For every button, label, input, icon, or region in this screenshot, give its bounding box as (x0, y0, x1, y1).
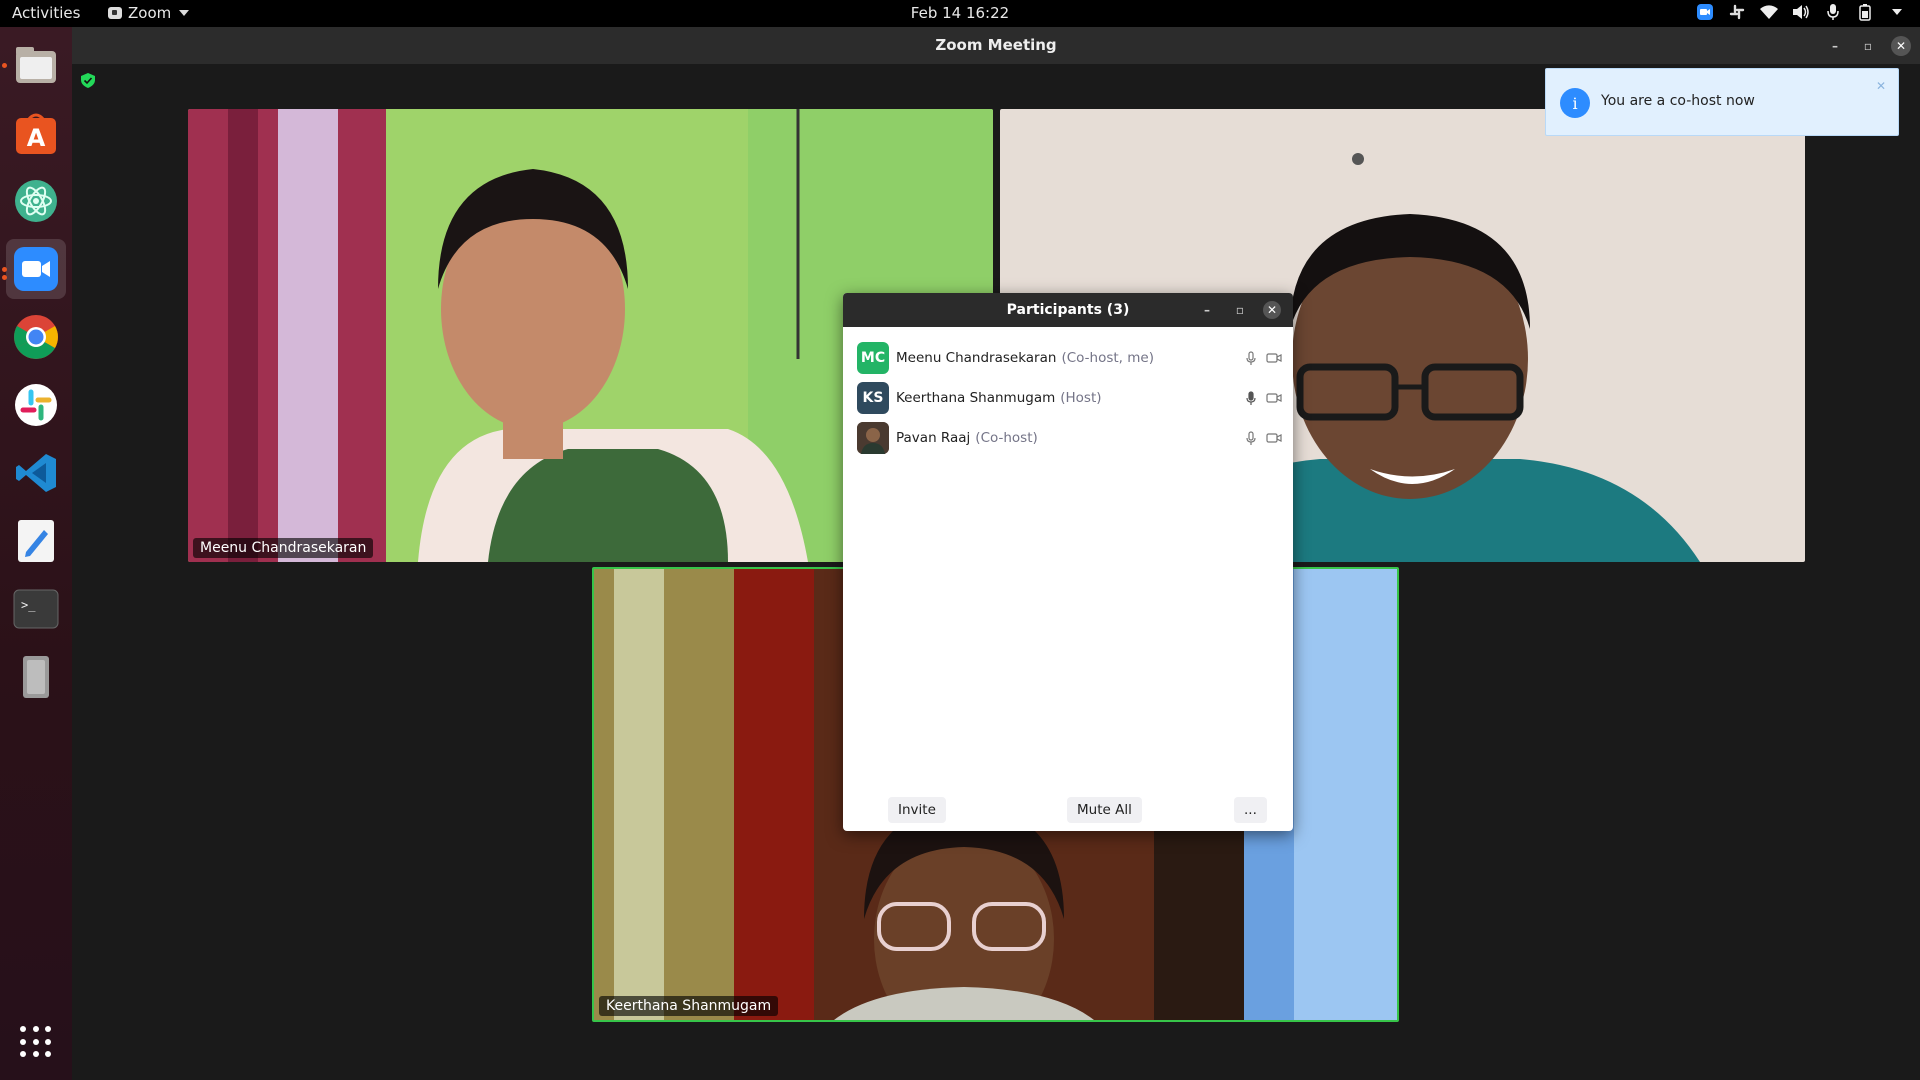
profile-photo (857, 422, 889, 454)
participants-panel: Participants (3) – ▫ ✕ MC Meenu Chandras… (843, 293, 1293, 831)
svg-text:A: A (27, 124, 46, 152)
close-icon[interactable]: ✕ (1263, 301, 1281, 319)
participant-row[interactable]: KS Keerthana Shanmugam (Host) (857, 381, 1282, 415)
dock: A >_ (0, 27, 72, 1080)
system-tray[interactable] (1696, 3, 1906, 21)
atom-icon[interactable] (6, 171, 66, 231)
app-menu-label: Zoom (128, 4, 172, 22)
close-icon[interactable]: ✕ (1876, 79, 1886, 93)
terminal-icon[interactable]: >_ (6, 579, 66, 639)
video-camera-icon[interactable] (1266, 432, 1282, 444)
system-menu-chevron-icon[interactable] (1888, 3, 1906, 21)
apps-grid-icon[interactable] (20, 1026, 52, 1058)
participant-role: (Co-host) (975, 430, 1038, 446)
participant-name: Meenu Chandrasekaran (896, 350, 1057, 366)
notification-text: You are a co-host now (1601, 93, 1755, 109)
running-indicator (2, 63, 7, 68)
minimize-icon[interactable]: – (1198, 301, 1216, 319)
avatar: KS (857, 382, 889, 414)
participant-name-label: Keerthana Shanmugam (599, 996, 779, 1016)
mic-icon[interactable] (1246, 390, 1256, 406)
volume-icon[interactable] (1792, 3, 1810, 21)
participant-role: (Host) (1060, 390, 1102, 406)
participant-row[interactable]: Pavan Raaj (Co-host) (857, 421, 1282, 455)
participant-role: (Co-host, me) (1061, 350, 1154, 366)
close-icon[interactable]: ✕ (1891, 36, 1911, 56)
participants-panel-header[interactable]: Participants (3) – ▫ ✕ (843, 293, 1293, 327)
zoom-app-icon (108, 7, 122, 19)
info-icon: i (1560, 88, 1590, 118)
zoom-icon[interactable] (6, 239, 66, 299)
running-indicator (2, 275, 7, 280)
window-title: Zoom Meeting (935, 36, 1057, 54)
software-center-icon[interactable]: A (6, 103, 66, 163)
running-indicator (2, 267, 7, 272)
vscode-icon[interactable] (6, 443, 66, 503)
top-bar: Activities Zoom Feb 14 16:22 (0, 0, 1920, 27)
minimize-icon[interactable]: – (1825, 36, 1845, 56)
chrome-icon[interactable] (6, 307, 66, 367)
participants-panel-footer: Invite Mute All ... (843, 797, 1293, 823)
files-icon[interactable] (6, 35, 66, 95)
wifi-icon[interactable] (1760, 3, 1778, 21)
avatar: MC (857, 342, 889, 374)
mic-icon[interactable] (1824, 3, 1842, 21)
participant-name-label: Meenu Chandrasekaran (193, 538, 374, 558)
svg-text:>_: >_ (21, 598, 36, 612)
zoom-meeting-window: Zoom Meeting – ▫ ✕ Meenu Chandrasekaran (72, 27, 1920, 1080)
video-camera-icon[interactable] (1266, 392, 1282, 404)
slack-icon[interactable] (6, 375, 66, 435)
avatar (857, 422, 889, 454)
mic-icon[interactable] (1246, 430, 1256, 446)
invite-button[interactable]: Invite (888, 797, 946, 823)
participant-row[interactable]: MC Meenu Chandrasekaran (Co-host, me) (857, 341, 1282, 375)
maximize-icon[interactable]: ▫ (1858, 36, 1878, 56)
activities-button[interactable]: Activities (12, 4, 80, 22)
chevron-down-icon (179, 10, 190, 16)
participant-name: Pavan Raaj (896, 430, 971, 446)
removable-drive-icon[interactable] (6, 647, 66, 707)
window-titlebar[interactable]: Zoom Meeting – ▫ ✕ (72, 27, 1920, 64)
mic-icon[interactable] (1246, 350, 1256, 366)
participant-name: Keerthana Shanmugam (896, 390, 1056, 406)
app-menu[interactable]: Zoom (108, 4, 190, 22)
slack-tray-icon[interactable] (1728, 3, 1746, 21)
zoom-tray-icon[interactable] (1696, 3, 1714, 21)
participants-panel-title: Participants (3) (1006, 302, 1130, 318)
cohost-notification: i You are a co-host now ✕ (1545, 68, 1899, 136)
encryption-shield-icon[interactable] (81, 73, 95, 88)
battery-icon[interactable] (1856, 3, 1874, 21)
more-options-button[interactable]: ... (1234, 797, 1267, 823)
clock[interactable]: Feb 14 16:22 (0, 4, 1920, 22)
video-camera-icon[interactable] (1266, 352, 1282, 364)
text-editor-icon[interactable] (6, 511, 66, 571)
mute-all-button[interactable]: Mute All (1067, 797, 1142, 823)
maximize-icon[interactable]: ▫ (1231, 301, 1249, 319)
